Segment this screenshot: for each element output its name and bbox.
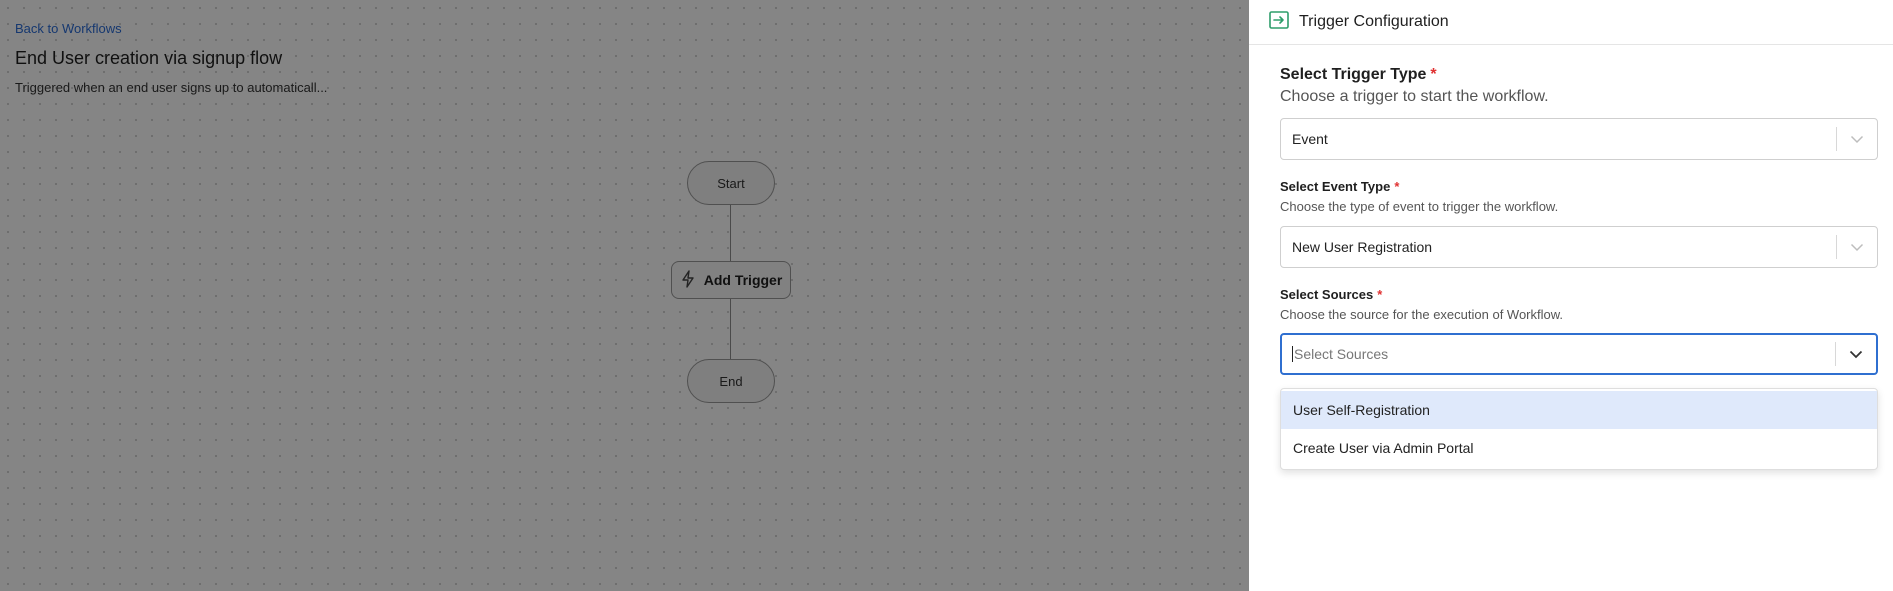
- sources-search-input[interactable]: Select Sources: [1282, 346, 1835, 362]
- sources-placeholder: Select Sources: [1294, 346, 1389, 362]
- sources-label: Select Sources *: [1280, 287, 1382, 302]
- dropdown-option[interactable]: Create User via Admin Portal: [1281, 429, 1877, 467]
- text-cursor: [1292, 346, 1293, 362]
- required-marker: *: [1377, 287, 1383, 302]
- trigger-type-label: Select Trigger Type *: [1280, 66, 1437, 84]
- sources-help: Choose the source for the execution of W…: [1280, 307, 1564, 322]
- option-label: Create User via Admin Portal: [1293, 440, 1474, 456]
- option-label: User Self-Registration: [1293, 402, 1430, 418]
- chevron-down-icon[interactable]: [1837, 227, 1877, 267]
- trigger-type-label-text: Select Trigger Type: [1280, 66, 1427, 83]
- sources-label-text: Select Sources: [1280, 287, 1374, 302]
- sources-select[interactable]: Select Sources: [1280, 333, 1878, 375]
- trigger-configuration-panel: Trigger Configuration Select Trigger Typ…: [1249, 0, 1893, 591]
- panel-title: Trigger Configuration: [1299, 13, 1449, 30]
- sources-dropdown-menu: User Self-Registration Create User via A…: [1280, 388, 1878, 470]
- event-type-label: Select Event Type *: [1280, 179, 1399, 194]
- required-marker: *: [1394, 179, 1400, 194]
- panel-header: Trigger Configuration: [1249, 0, 1893, 45]
- required-marker: *: [1430, 66, 1437, 83]
- trigger-enter-icon: [1269, 10, 1289, 34]
- trigger-type-value: Event: [1292, 131, 1328, 147]
- modal-backdrop[interactable]: [0, 0, 1249, 591]
- event-type-select[interactable]: New User Registration: [1280, 226, 1878, 268]
- chevron-down-icon[interactable]: [1836, 335, 1876, 373]
- chevron-down-icon[interactable]: [1837, 119, 1877, 159]
- event-type-value: New User Registration: [1292, 239, 1433, 255]
- trigger-type-help: Choose a trigger to start the workflow.: [1280, 88, 1549, 105]
- trigger-type-select[interactable]: Event: [1280, 118, 1878, 160]
- dropdown-option[interactable]: User Self-Registration: [1281, 391, 1877, 429]
- event-type-label-text: Select Event Type: [1280, 179, 1391, 194]
- event-type-help: Choose the type of event to trigger the …: [1280, 199, 1559, 214]
